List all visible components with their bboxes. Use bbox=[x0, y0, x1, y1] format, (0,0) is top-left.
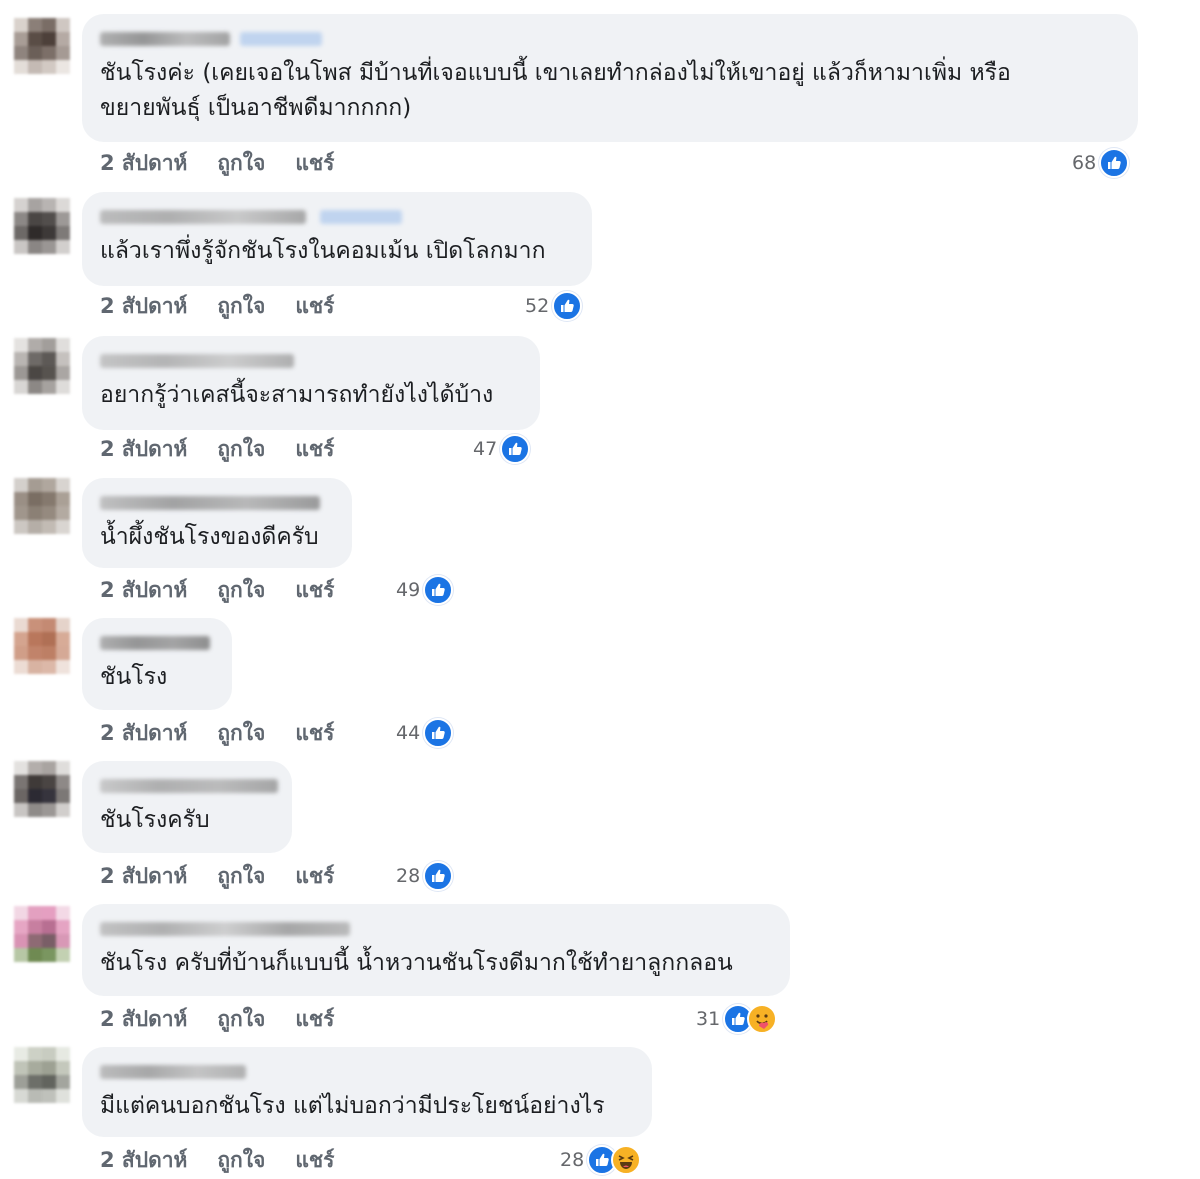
avatar[interactable] bbox=[14, 198, 70, 254]
reaction-count-number: 49 bbox=[396, 579, 421, 601]
comment-time[interactable]: 2 สัปดาห์ bbox=[100, 860, 187, 893]
comment-time[interactable]: 2 สัปดาห์ bbox=[100, 1144, 187, 1177]
like-action[interactable]: ถูกใจ bbox=[217, 1144, 265, 1177]
reaction-count-number: 44 bbox=[396, 722, 421, 744]
comment-bubble: อยากรู้ว่าเคสนี้จะสามารถทำยังไงได้บ้าง bbox=[82, 336, 540, 430]
share-action[interactable]: แชร์ bbox=[295, 860, 334, 893]
reaction-count[interactable]: 52 bbox=[525, 291, 583, 321]
like-action[interactable]: ถูกใจ bbox=[217, 290, 265, 323]
reaction-count[interactable]: 31 bbox=[696, 1004, 778, 1034]
comment-actions: 2 สัปดาห์ ถูกใจ แชร์ bbox=[100, 1004, 334, 1034]
reaction-count-number: 52 bbox=[525, 295, 550, 317]
like-icon bbox=[1099, 148, 1130, 178]
commenter-name-redacted[interactable] bbox=[100, 775, 278, 797]
comment-actions: 2 สัปดาห์ ถูกใจ แชร์ bbox=[100, 148, 334, 178]
comment-time[interactable]: 2 สัปดาห์ bbox=[100, 290, 187, 323]
comment-actions: 2 สัปดาห์ ถูกใจ แชร์ bbox=[100, 291, 334, 321]
reaction-count[interactable]: 44 bbox=[396, 718, 454, 748]
like-icon bbox=[423, 718, 454, 748]
avatar[interactable] bbox=[14, 906, 70, 962]
commenter-name-redacted[interactable] bbox=[100, 492, 334, 514]
avatar[interactable] bbox=[14, 1047, 70, 1103]
reaction-count[interactable]: 28 bbox=[560, 1145, 642, 1175]
share-action[interactable]: แชร์ bbox=[295, 147, 334, 180]
avatar[interactable] bbox=[14, 761, 70, 817]
share-action[interactable]: แชร์ bbox=[295, 433, 334, 466]
avatar[interactable] bbox=[14, 478, 70, 534]
avatar[interactable] bbox=[14, 338, 70, 394]
comment-actions: 2 สัปดาห์ ถูกใจ แชร์ bbox=[100, 1145, 334, 1175]
comment-text: ชันโรง ครับที่บ้านก็แบบนี้ น้ำหวานชันโรง… bbox=[100, 950, 733, 976]
avatar[interactable] bbox=[14, 18, 70, 74]
share-action[interactable]: แชร์ bbox=[295, 1003, 334, 1036]
like-action[interactable]: ถูกใจ bbox=[217, 860, 265, 893]
share-action[interactable]: แชร์ bbox=[295, 574, 334, 607]
like-icon bbox=[423, 861, 454, 891]
commenter-name-redacted[interactable] bbox=[100, 206, 574, 228]
comment-text: ชันโรง bbox=[100, 664, 168, 690]
comment-bubble: ชันโรง ครับที่บ้านก็แบบนี้ น้ำหวานชันโรง… bbox=[82, 904, 790, 996]
reaction-count[interactable]: 68 bbox=[1072, 148, 1130, 178]
reaction-count-number: 28 bbox=[396, 865, 421, 887]
comment-bubble: ชันโรงครับ bbox=[82, 761, 292, 853]
commenter-name-redacted[interactable] bbox=[100, 632, 214, 654]
comment-bubble: แล้วเราพึ่งรู้จักชันโรงในคอมเม้น เปิดโลก… bbox=[82, 192, 592, 286]
reaction-count[interactable]: 47 bbox=[473, 434, 531, 464]
comment-time[interactable]: 2 สัปดาห์ bbox=[100, 574, 187, 607]
share-action[interactable]: แชร์ bbox=[295, 290, 334, 323]
like-icon bbox=[500, 434, 531, 464]
commenter-name-redacted[interactable] bbox=[100, 918, 772, 940]
comment-bubble: น้ำผึ้งชันโรงของดีครับ bbox=[82, 478, 352, 568]
comment-bubble: ชันโรง bbox=[82, 618, 232, 710]
commenter-name-redacted[interactable] bbox=[100, 1061, 634, 1083]
reaction-count-number: 31 bbox=[696, 1008, 721, 1030]
comment-text: น้ำผึ้งชันโรงของดีครับ bbox=[100, 524, 319, 550]
reaction-count-number: 28 bbox=[560, 1149, 585, 1171]
commenter-name-redacted[interactable] bbox=[100, 28, 1120, 50]
like-action[interactable]: ถูกใจ bbox=[217, 717, 265, 750]
commenter-name-redacted[interactable] bbox=[100, 350, 522, 372]
comment-text: แล้วเราพึ่งรู้จักชันโรงในคอมเม้น เปิดโลก… bbox=[100, 238, 546, 264]
like-action[interactable]: ถูกใจ bbox=[217, 574, 265, 607]
comment-time[interactable]: 2 สัปดาห์ bbox=[100, 717, 187, 750]
like-action[interactable]: ถูกใจ bbox=[217, 1003, 265, 1036]
comment-actions: 2 สัปดาห์ ถูกใจ แชร์ bbox=[100, 718, 334, 748]
comment-time[interactable]: 2 สัปดาห์ bbox=[100, 1003, 187, 1036]
comment-bubble: มีแต่คนบอกชันโรง แต่ไม่บอกว่ามีประโยชน์อ… bbox=[82, 1047, 652, 1137]
comment-text: ชันโรงครับ bbox=[100, 807, 210, 833]
reaction-count-number: 68 bbox=[1072, 152, 1097, 174]
haha-icon bbox=[611, 1145, 642, 1175]
like-icon bbox=[423, 575, 454, 605]
comment-actions: 2 สัปดาห์ ถูกใจ แชร์ bbox=[100, 434, 334, 464]
like-action[interactable]: ถูกใจ bbox=[217, 433, 265, 466]
avatar[interactable] bbox=[14, 618, 70, 674]
reaction-count-number: 47 bbox=[473, 438, 498, 460]
comment-bubble: ชันโรงค่ะ (เคยเจอในโพส มีบ้านที่เจอแบบนี… bbox=[82, 14, 1138, 142]
comment-actions: 2 สัปดาห์ ถูกใจ แชร์ bbox=[100, 861, 334, 891]
comment-text: ชันโรงค่ะ (เคยเจอในโพส มีบ้านที่เจอแบบนี… bbox=[100, 60, 1011, 121]
comment-time[interactable]: 2 สัปดาห์ bbox=[100, 147, 187, 180]
comment-time[interactable]: 2 สัปดาห์ bbox=[100, 433, 187, 466]
comment-actions: 2 สัปดาห์ ถูกใจ แชร์ bbox=[100, 575, 334, 605]
share-action[interactable]: แชร์ bbox=[295, 1144, 334, 1177]
like-action[interactable]: ถูกใจ bbox=[217, 147, 265, 180]
reaction-count[interactable]: 49 bbox=[396, 575, 454, 605]
comment-text: มีแต่คนบอกชันโรง แต่ไม่บอกว่ามีประโยชน์อ… bbox=[100, 1093, 605, 1119]
like-icon bbox=[552, 291, 583, 321]
reaction-count[interactable]: 28 bbox=[396, 861, 454, 891]
care-icon bbox=[747, 1004, 778, 1034]
share-action[interactable]: แชร์ bbox=[295, 717, 334, 750]
comment-text: อยากรู้ว่าเคสนี้จะสามารถทำยังไงได้บ้าง bbox=[100, 382, 494, 408]
